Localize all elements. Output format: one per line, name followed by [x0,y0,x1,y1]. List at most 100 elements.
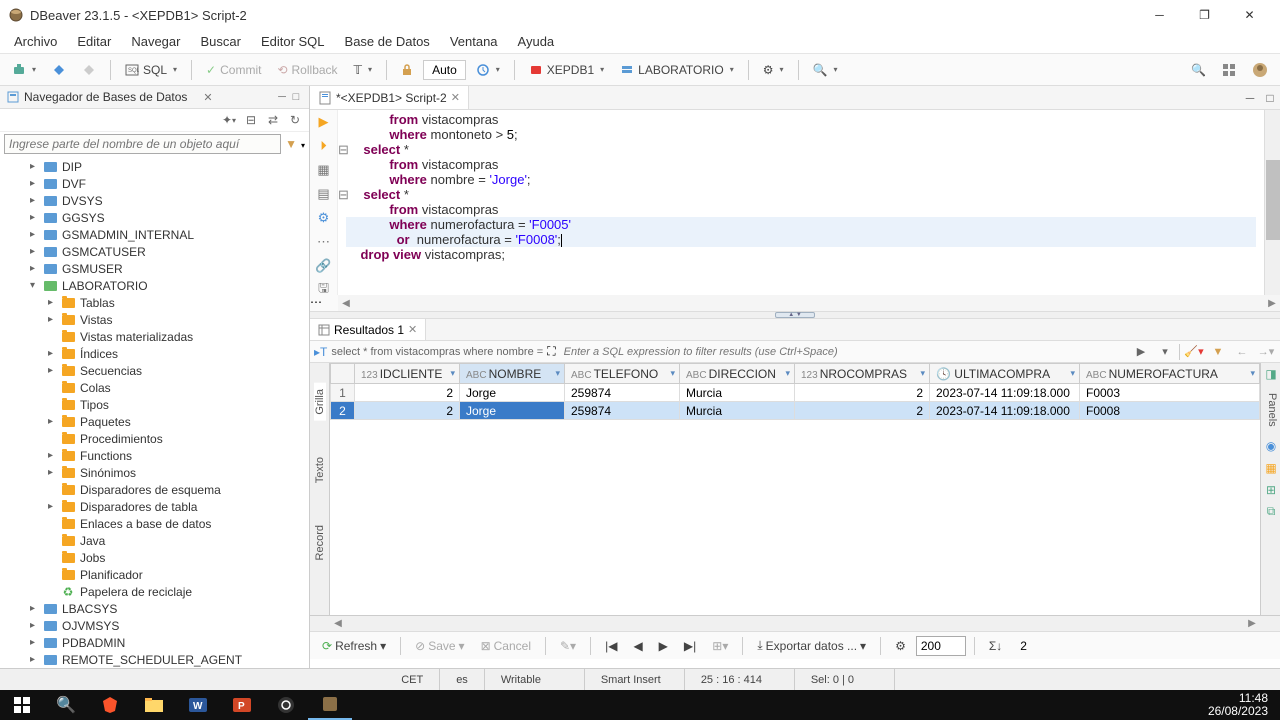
table-row[interactable]: 1 2 Jorge 259874 Murcia 2 2023-07-14 11:… [331,384,1260,402]
menu-editor-sql[interactable]: Editor SQL [251,31,335,52]
panel-refs-icon[interactable]: ⧉ [1262,503,1280,521]
dbeaver-taskbar-icon[interactable] [308,690,352,720]
last-button[interactable]: ▶| [678,637,702,655]
limit-input[interactable] [916,636,966,656]
col-numerofactura[interactable]: ABCNUMEROFACTURA▾ [1080,364,1260,384]
panels-label[interactable]: Panels [1261,385,1280,435]
search-button[interactable]: 🔍 [1185,60,1212,80]
col-ultimacompra[interactable]: 🕓 ULTIMACOMPRA▾ [930,364,1080,384]
schema-ggsys[interactable]: ▸GGSYS [0,209,309,226]
menu-buscar[interactable]: Buscar [190,31,250,52]
nav-refresh-button[interactable]: ↻ [285,111,305,129]
menu-archivo[interactable]: Archivo [4,31,67,52]
powerpoint-taskbar-icon[interactable]: P [220,690,264,720]
col-nombre[interactable]: ABCNOMBRE▾ [460,364,565,384]
close-button[interactable]: ✕ [1227,1,1272,29]
filter-clear-icon[interactable]: 🧹▾ [1184,343,1204,361]
plan-icon[interactable]: ▤ [316,186,332,202]
folder-secuencias[interactable]: ▸Secuencias [0,362,309,379]
filter-funnel-icon[interactable]: ▼ [1208,343,1228,361]
cancel-button[interactable]: ⊠Cancel [475,637,537,655]
table-row[interactable]: 2 2 Jorge 259874 Murcia 2 2023-07-14 11:… [331,402,1260,420]
search-toolbar-button[interactable]: 🔍▾ [807,60,844,80]
results-tab-1[interactable]: Resultados 1 ✕ [310,319,426,340]
word-taskbar-icon[interactable]: W [176,690,220,720]
editor-maximize-button[interactable]: □ [1260,86,1280,109]
folder-disp-tabla[interactable]: ▸Disparadores de tabla [0,498,309,515]
folder-indices[interactable]: ▸Índices [0,345,309,362]
grid-hscroll-left[interactable]: ◀ [330,616,346,631]
col-direccion[interactable]: ABCDIRECCION▾ [680,364,795,384]
results-grid[interactable]: 123IDCLIENTE▾ ABCNOMBRE▾ ABCTELEFONO▾ AB… [330,363,1260,615]
results-filter-input[interactable] [560,345,1127,359]
editor-vscroll[interactable] [1264,110,1280,295]
explain-icon[interactable]: ▦ [316,162,332,178]
editor-minimize-button[interactable]: ─ [1240,86,1260,109]
navigator-tree[interactable]: ▸DIP ▸DVF ▸DVSYS ▸GGSYS ▸GSMADMIN_INTERN… [0,156,309,668]
settings-button[interactable]: ⚙▾ [757,60,790,80]
execute-icon[interactable]: ▶ [316,114,332,130]
hscroll-right-icon[interactable]: ▶ [1264,295,1280,311]
schema-lbacsys[interactable]: ▸LBACSYS [0,600,309,617]
next-button[interactable]: ▶ [653,637,674,655]
editor-hscroll[interactable] [354,295,1264,311]
menu-navegar[interactable]: Navegar [121,31,190,52]
folder-vistas-mat[interactable]: Vistas materializadas [0,328,309,345]
schema-remote-sched[interactable]: ▸REMOTE_SCHEDULER_AGENT [0,651,309,668]
schema-dvsys[interactable]: ▸DVSYS [0,192,309,209]
auto-commit-combo[interactable]: Auto [423,60,466,80]
grid-tab-record[interactable]: Record [314,519,326,566]
taskbar-clock[interactable]: 11:48 26/08/2023 [1196,692,1280,718]
page-button[interactable]: ⊞▾ [706,637,734,655]
editor-tab-script2[interactable]: *<XEPDB1> Script-2 ✕ [310,86,469,109]
filter-history-icon[interactable]: ▾ [1155,343,1175,361]
grid-hscroll[interactable] [346,616,1244,631]
panel-calc-icon[interactable]: ▦ [1262,459,1280,477]
gear-icon[interactable]: ⚙ [316,210,332,226]
folder-functions[interactable]: ▸Functions [0,447,309,464]
panels-toggle-icon[interactable]: ◨ [1262,365,1280,383]
schema-pdbadmin[interactable]: ▸PDBADMIN [0,634,309,651]
edit-button[interactable]: ✎▾ [554,637,582,655]
maximize-button[interactable]: ❐ [1182,1,1227,29]
folder-procedimientos[interactable]: Procedimientos [0,430,309,447]
perspective-button[interactable] [1216,60,1242,80]
commit-button[interactable]: ✓Commit [200,60,267,80]
folder-papelera[interactable]: ♻Papelera de reciclaje [0,583,309,600]
folder-tablas[interactable]: ▸Tablas [0,294,309,311]
schema-dip[interactable]: ▸DIP [0,158,309,175]
menu-editar[interactable]: Editar [67,31,121,52]
grid-tab-grilla[interactable]: Grilla [314,383,326,421]
panel-grouping-icon[interactable]: ⊞ [1262,481,1280,499]
navigator-close-button[interactable]: ✕ [201,90,215,104]
more-gutter-icon[interactable]: ⋯ [310,295,338,309]
navigator-tab[interactable]: Navegador de Bases de Datos [6,90,201,104]
folder-planificador[interactable]: Planificador [0,566,309,583]
editor-tab-close-icon[interactable]: ✕ [451,91,460,104]
grid-tab-texto[interactable]: Texto [314,451,326,489]
minimize-button[interactable]: ─ [1137,1,1182,29]
nav-link-button[interactable]: ⇄ [263,111,283,129]
start-button[interactable] [0,690,44,720]
hscroll-left-icon[interactable]: ◀ [338,295,354,311]
filter-back-icon[interactable]: ← [1232,343,1252,361]
nav-collapse-button[interactable]: ⊟ [241,111,261,129]
grid-hscroll-right[interactable]: ▶ [1244,616,1260,631]
navigator-minimize-button[interactable]: ─ [275,90,289,104]
folder-enlaces[interactable]: Enlaces a base de datos [0,515,309,532]
menu-ayuda[interactable]: Ayuda [508,31,565,52]
folder-jobs[interactable]: Jobs [0,549,309,566]
folder-disp-esquema[interactable]: Disparadores de esquema [0,481,309,498]
new-connection-button[interactable]: ▾ [6,60,42,80]
splitter-handle[interactable]: ▲ ▼ [310,311,1280,319]
folder-paquetes[interactable]: ▸Paquetes [0,413,309,430]
first-button[interactable]: |◀ [599,637,623,655]
brave-taskbar-icon[interactable] [88,690,132,720]
col-nrocompras[interactable]: 123NROCOMPRAS▾ [795,364,930,384]
history-button[interactable]: ▾ [470,60,506,80]
connection-combo[interactable]: XEPDB1▾ [523,60,610,80]
connect-button[interactable] [46,60,72,80]
user-button[interactable] [1246,59,1274,81]
menu-ventana[interactable]: Ventana [440,31,508,52]
filter-funnel-icon[interactable]: ▼ [285,137,297,151]
